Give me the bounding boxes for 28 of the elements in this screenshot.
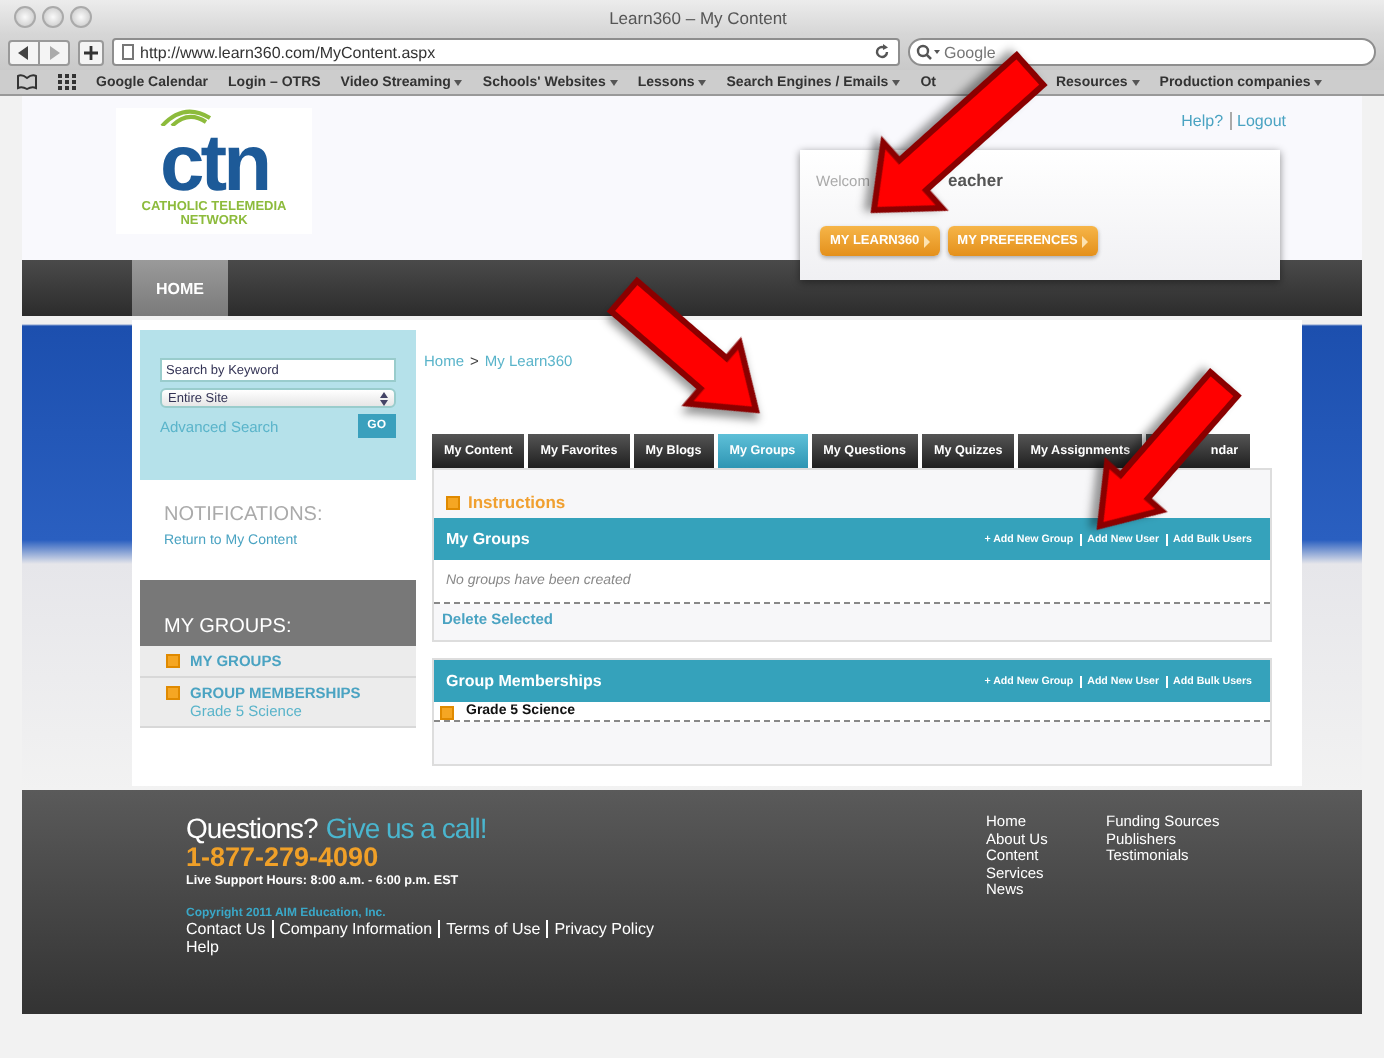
stepper-icon <box>380 391 388 405</box>
panel-title: My Groups <box>446 530 530 548</box>
bullet-icon <box>166 686 180 700</box>
footer-link[interactable]: Privacy Policy <box>546 920 660 938</box>
bullet-icon <box>446 496 460 510</box>
groups-heading: MY GROUPS: <box>140 580 416 646</box>
footer-heading: Give us a call! <box>325 814 487 844</box>
bullet-icon <box>166 654 180 668</box>
plus-icon <box>84 45 98 59</box>
add-button[interactable] <box>78 39 104 65</box>
phone-number: 1-877-279-4090 <box>186 844 381 872</box>
section-heading: NOTIFICATIONS: <box>164 504 325 526</box>
reload-icon[interactable] <box>874 44 890 60</box>
user-name: eacher <box>948 170 1003 190</box>
footer-link[interactable]: Help <box>186 938 986 956</box>
footer-heading: Questions? <box>186 814 318 844</box>
grid-icon[interactable] <box>58 74 76 90</box>
address-field[interactable]: http://www.learn360.com/MyContent.aspx <box>112 38 900 66</box>
panel-title: Group Memberships <box>446 672 602 690</box>
search-icon[interactable] <box>916 44 940 60</box>
footer-link[interactable]: Terms of Use <box>438 920 547 938</box>
page-icon <box>122 44 134 60</box>
search-field[interactable]: Google <box>908 38 1376 66</box>
footer-link[interactable]: Contact Us <box>186 920 272 938</box>
window-title: Learn360 – My Content <box>607 7 789 27</box>
book-icon[interactable] <box>16 74 38 90</box>
bullet-icon <box>440 705 454 719</box>
footer-link[interactable]: Company Information <box>271 920 439 938</box>
